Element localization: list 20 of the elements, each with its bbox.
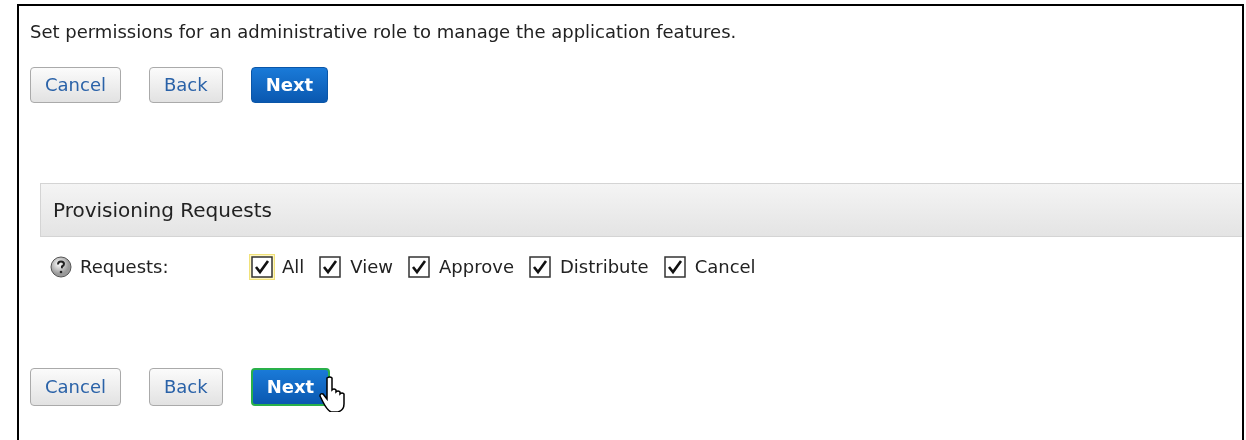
secondary-button[interactable]: Back <box>149 368 223 406</box>
secondary-button[interactable]: Cancel <box>30 368 121 406</box>
checkbox[interactable] <box>662 254 687 279</box>
checkbox[interactable] <box>407 254 432 279</box>
checkbox[interactable] <box>318 254 343 279</box>
help-icon[interactable] <box>50 255 72 278</box>
checkbox-label: Approve <box>439 255 514 279</box>
secondary-button[interactable]: Cancel <box>30 67 121 103</box>
checkbox-label: Distribute <box>559 255 649 279</box>
checkbox[interactable] <box>527 254 552 279</box>
next-button[interactable]: Next <box>250 67 329 103</box>
checkbox-label: Cancel <box>694 255 756 279</box>
hand-cursor-icon <box>318 376 347 412</box>
checkbox-label: View <box>350 255 394 279</box>
checkbox-label: All <box>282 255 305 279</box>
checkbox[interactable] <box>250 254 274 279</box>
field-label: Requests: <box>80 255 170 279</box>
secondary-button[interactable]: Back <box>149 67 223 103</box>
section-header: Provisioning Requests <box>40 183 1242 237</box>
intro-text: Set permissions for an administrative role to manage the application features. <box>30 20 738 44</box>
